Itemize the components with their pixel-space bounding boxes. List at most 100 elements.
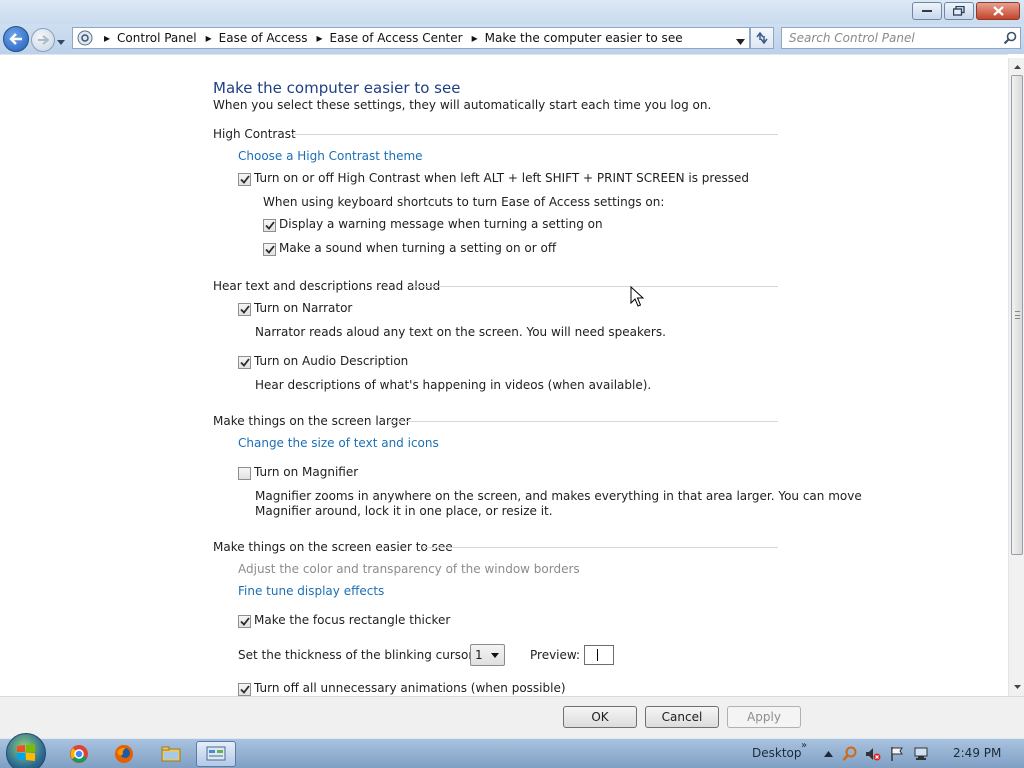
focus-rectangle-label[interactable]: Make the focus rectangle thicker [254,613,450,627]
breadcrumb-separator-icon: ▸ [104,31,111,45]
arrow-right-icon [38,35,49,45]
control-panel-icon [75,28,95,48]
start-button[interactable] [6,733,46,768]
checkmark-icon [239,685,250,694]
checkmark-icon [239,175,250,184]
high-contrast-toggle-label[interactable]: Turn on or off High Contrast when left A… [254,171,749,185]
cursor-thickness-value: 1 [475,648,483,662]
vertical-scrollbar[interactable] [1008,58,1024,696]
close-button[interactable] [976,2,1020,20]
ok-button[interactable]: OK [563,706,637,728]
search-box[interactable] [781,27,1021,49]
narrator-checkbox[interactable] [238,303,251,316]
breadcrumb-item-ease-of-access-center[interactable]: Ease of Access Center [330,31,463,45]
sound-checkbox[interactable] [263,243,276,256]
display-effects-link[interactable]: Fine tune display effects [238,584,384,598]
minimize-button[interactable] [912,2,942,20]
forward-button[interactable] [31,28,55,52]
search-input[interactable] [789,31,999,45]
audio-description-checkbox[interactable] [238,356,251,369]
animations-label[interactable]: Turn off all unnecessary animations (whe… [254,681,566,695]
checkmark-icon [239,305,250,314]
refresh-button[interactable] [750,27,774,49]
page-title: Make the computer easier to see [213,79,461,97]
preview-label: Preview: [530,648,581,662]
window-borders-link: Adjust the color and transparency of the… [238,562,580,576]
window-controls [912,2,1020,20]
breadcrumb-separator-icon: ▸ [471,31,478,45]
audio-description-label[interactable]: Turn on Audio Description [254,354,408,368]
taskbar-control-panel[interactable] [196,741,236,767]
back-button[interactable] [3,26,29,52]
high-contrast-theme-link[interactable]: Choose a High Contrast theme [238,149,423,163]
apply-button: Apply [727,706,801,728]
address-bar[interactable]: ▸ Control Panel ▸ Ease of Access ▸ Ease … [72,27,750,49]
warning-message-checkbox[interactable] [263,219,276,232]
checkmark-icon [264,245,275,254]
checkmark-icon [239,617,250,626]
firefox-icon [115,745,133,763]
checkmark-icon [239,358,250,367]
breadcrumb-separator-icon: ▸ [205,31,212,45]
breadcrumb-item-current[interactable]: Make the computer easier to see [485,31,683,45]
breadcrumb-separator-icon: ▸ [316,31,323,45]
scrollbar-thumb[interactable] [1011,75,1023,555]
section-divider [390,421,778,422]
narrator-description: Narrator reads aloud any text on the scr… [255,325,666,339]
sound-label[interactable]: Make a sound when turning a setting on o… [279,241,556,255]
narrator-label[interactable]: Turn on Narrator [254,301,352,315]
shortcut-intro-text: When using keyboard shortcuts to turn Ea… [263,195,665,209]
cursor-thickness-label: Set the thickness of the blinking cursor… [238,648,478,662]
high-contrast-toggle-checkbox[interactable] [238,173,251,186]
cancel-button[interactable]: Cancel [645,706,719,728]
title-bar [0,0,1024,24]
refresh-icon [756,31,768,45]
warning-message-label[interactable]: Display a warning message when turning a… [279,217,603,231]
taskbar-file-explorer[interactable] [151,741,191,767]
windows-logo-icon [17,744,35,761]
checkmark-icon [264,221,275,230]
taskbar-firefox[interactable] [104,741,144,767]
volume-muted-icon[interactable] [865,746,881,762]
network-icon[interactable] [913,746,929,762]
settings-content: Make the computer easier to see When you… [0,54,1008,696]
section-heading-easier-to-see: Make things on the screen easier to see [213,540,453,554]
scroll-down-icon[interactable] [1012,682,1022,692]
text-icon-size-link[interactable]: Change the size of text and icons [238,436,439,450]
chevron-down-icon [491,653,499,658]
section-divider [422,547,778,548]
toolbar-overflow-icon[interactable]: » [801,740,807,751]
breadcrumb-item-control-panel[interactable]: Control Panel [117,31,197,45]
magnifier-checkbox[interactable] [238,467,251,480]
search-icon[interactable] [1003,31,1017,48]
show-hidden-icons-button[interactable] [820,746,836,762]
section-heading-high-contrast: High Contrast [213,127,296,141]
restore-button[interactable] [944,2,974,20]
dialog-button-bar: OK Cancel Apply [0,696,1024,738]
chevron-down-icon [736,39,745,45]
chevron-down-icon [57,40,65,45]
chrome-icon [70,745,88,763]
address-dropdown-button[interactable] [736,35,745,48]
cursor-thickness-select[interactable]: 1 [470,644,505,666]
clock[interactable]: 2:49 PM [953,746,1001,760]
recent-pages-dropdown[interactable] [57,35,65,48]
focus-rectangle-checkbox[interactable] [238,615,251,628]
chevron-up-icon [823,751,833,757]
arrow-left-icon [9,33,22,45]
taskbar: Desktop » 2:49 PM [0,733,1024,768]
desktop-toolbar-label[interactable]: Desktop [752,746,802,760]
magnifier-description-line-1: Magnifier zooms in anywhere on the scree… [255,489,862,503]
action-center-flag-icon[interactable] [889,746,905,762]
animations-checkbox[interactable] [238,683,251,696]
control-panel-icon [206,746,226,761]
taskbar-chrome[interactable] [59,741,99,767]
magnifier-description-line-2: Magnifier around, lock it in one place, … [255,504,553,518]
audio-description-text: Hear descriptions of what's happening in… [255,378,652,392]
magnifier-label[interactable]: Turn on Magnifier [254,465,358,479]
breadcrumb-item-ease-of-access[interactable]: Ease of Access [219,31,308,45]
magnifier-tray-icon[interactable] [842,746,858,762]
scroll-up-icon[interactable] [1012,62,1022,72]
cursor-preview-caret [597,649,598,661]
page-subtitle: When you select these settings, they wil… [213,98,712,112]
